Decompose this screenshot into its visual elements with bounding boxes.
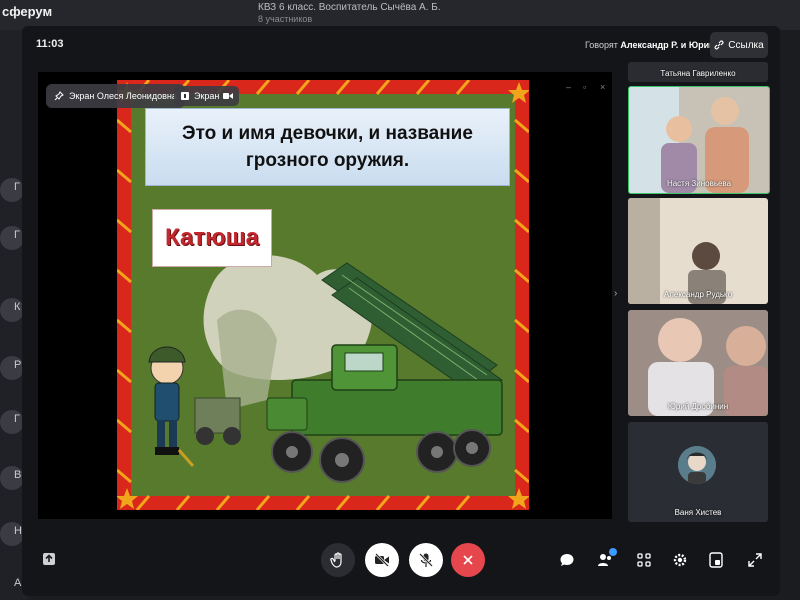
link-icon — [714, 40, 724, 50]
call-time: 11:03 — [36, 38, 64, 50]
chat-list-avatar[interactable]: Г — [0, 178, 24, 202]
chat-list-initial: Н — [14, 525, 22, 537]
slide-answer-text: Катюша — [165, 224, 259, 251]
participant-name: Татьяна Гавриленко — [660, 69, 736, 78]
avatar-image — [678, 446, 716, 484]
participant-name: Ваня Хистев — [674, 508, 722, 517]
chat-list-initial: К — [14, 301, 21, 313]
chat-icon — [560, 554, 574, 566]
participant-tile[interactable]: Ваня Хистев — [628, 422, 768, 522]
raise-hand-icon — [330, 552, 342, 568]
collapse-sidebar-icon[interactable]: › — [614, 288, 617, 299]
camera-off-icon — [375, 553, 389, 567]
chat-list-initial: В — [14, 469, 22, 481]
chat-list-initial: Г — [14, 413, 20, 425]
slide-question-line-1: Это и имя девочки, и название — [182, 123, 473, 144]
chat-button[interactable] — [556, 549, 578, 571]
screen-badge-label: Экран — [194, 91, 220, 101]
speaking-prefix: Говорят — [585, 40, 618, 50]
screen-icon — [181, 92, 189, 100]
chat-list-avatar[interactable]: А — [0, 574, 24, 598]
copy-link-button[interactable]: Ссылка — [710, 32, 768, 58]
mic-off-icon — [419, 553, 433, 567]
camera-toggle-button[interactable] — [365, 543, 399, 577]
chat-list-avatar[interactable]: Г — [0, 226, 24, 250]
chat-list-avatar[interactable]: В — [0, 466, 24, 490]
picture-in-picture-button[interactable] — [705, 549, 727, 571]
grid-icon — [637, 553, 651, 567]
participant-video — [629, 87, 769, 193]
participant-video — [628, 198, 768, 304]
end-call-button[interactable] — [451, 543, 485, 577]
participant-video — [628, 310, 768, 416]
participant-tile[interactable]: Настя Зиновьева — [628, 86, 770, 194]
participant-tile[interactable]: Юрий Дробинин — [628, 310, 768, 416]
participant-name: Настя Зиновьева — [666, 179, 732, 188]
close-control[interactable]: × — [600, 82, 605, 92]
settings-button[interactable] — [669, 549, 691, 571]
participants-badge — [609, 548, 617, 556]
grid-view-button[interactable] — [633, 549, 655, 571]
chat-list-initial: А — [14, 577, 22, 589]
speaking-indicator: Говорят Александр Р. и Юрий Д. — [585, 40, 726, 50]
participant-tile[interactable]: Татьяна Гавриленко — [628, 62, 768, 82]
chat-list-initial: Г — [14, 181, 20, 193]
chat-list-avatar[interactable]: К — [0, 298, 24, 322]
screen-badge[interactable]: Экран — [174, 86, 240, 106]
participant-tile[interactable]: Александр Рудько — [628, 198, 768, 304]
end-call-icon — [463, 555, 473, 565]
slide-answer-card: Катюша — [152, 209, 272, 267]
pin-icon — [54, 91, 64, 101]
background-chat-title: КВЗ 6 класс. Воспитатель Сычёва А. Б. — [258, 2, 441, 13]
maximize-control[interactable]: ▫ — [583, 82, 586, 92]
raise-hand-button[interactable] — [321, 543, 355, 577]
participant-name: Александр Рудько — [663, 290, 733, 299]
camera-icon — [223, 93, 234, 99]
slide-question-line-2: грозного оружия. — [245, 150, 410, 171]
background-chat-subtitle: 8 участников — [258, 14, 313, 24]
upload-icon[interactable] — [38, 548, 60, 570]
app-logo: сферум — [2, 4, 53, 19]
chat-list-initial: Г — [14, 229, 20, 241]
mic-toggle-button[interactable] — [409, 543, 443, 577]
screen-share-owner-badge[interactable]: Экран Олеся Леонидовна — [46, 84, 185, 108]
avatar — [678, 446, 716, 484]
gear-icon — [673, 553, 687, 567]
chat-list-avatar[interactable]: Н — [0, 522, 24, 546]
chat-list-initial: Р — [14, 359, 22, 371]
slide-question-banner: Это и имя девочки, и название грозного о… — [145, 108, 510, 186]
fullscreen-icon — [748, 553, 762, 567]
pip-icon — [709, 552, 723, 568]
copy-link-label: Ссылка — [728, 39, 764, 51]
participant-name: Юрий Дробинин — [667, 402, 729, 411]
chat-list-avatar[interactable]: Р — [0, 356, 24, 380]
chat-list-avatar[interactable]: Г — [0, 410, 24, 434]
screen-share-owner-label: Экран Олеся Леонидовна — [69, 91, 177, 101]
minimize-control[interactable]: – — [566, 82, 571, 92]
fullscreen-button[interactable] — [744, 549, 766, 571]
